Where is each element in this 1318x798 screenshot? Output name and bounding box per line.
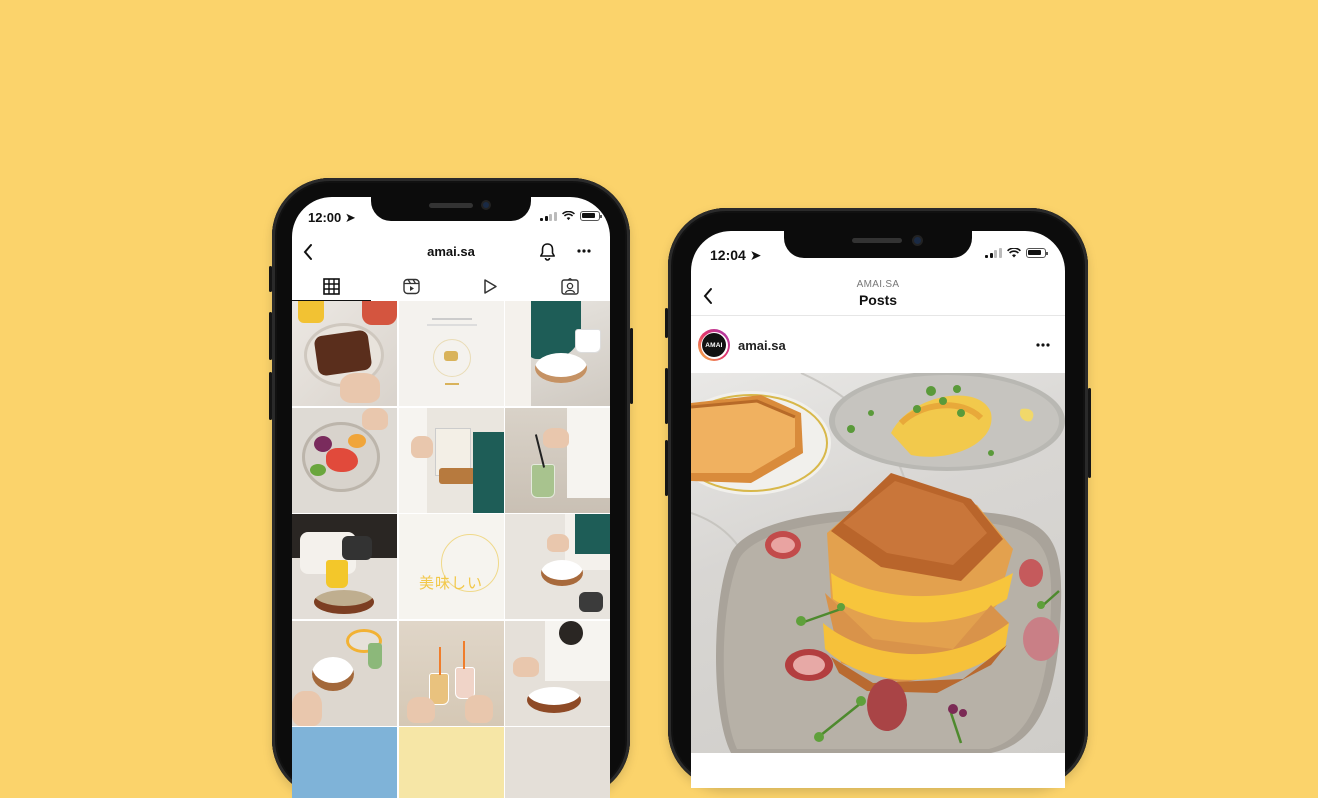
power-button: [630, 328, 633, 404]
posts-header: AMAI.SA Posts: [691, 275, 1065, 316]
grid-post[interactable]: [398, 727, 504, 798]
profile-header: amai.sa: [292, 239, 610, 265]
power-button: [1088, 388, 1091, 478]
notch: [371, 197, 531, 221]
post-image[interactable]: [691, 373, 1065, 753]
grid-icon[interactable]: [323, 277, 341, 295]
post-header: AMAI amai.sa: [691, 327, 1065, 363]
post-username[interactable]: amai.sa: [738, 338, 786, 353]
grid-post[interactable]: [292, 514, 397, 619]
grid-post[interactable]: 美味しい: [398, 514, 504, 619]
profile-username: amai.sa: [427, 244, 475, 259]
notch: [784, 231, 972, 258]
grid-post[interactable]: [292, 407, 397, 513]
grid-post[interactable]: [292, 301, 397, 406]
wifi-icon: [1006, 248, 1021, 258]
battery-icon: [1025, 248, 1048, 258]
status-time: 12:00 ➤: [308, 210, 356, 225]
volume-up-button: [665, 368, 668, 424]
grid-post[interactable]: [292, 727, 397, 798]
grid-post[interactable]: [292, 620, 397, 726]
grid-post[interactable]: [505, 620, 610, 726]
volume-down-button: [269, 372, 272, 420]
profile-tabs: [292, 275, 610, 297]
left-screen: 12:00 ➤ amai.sa 美味しい: [292, 197, 610, 798]
front-camera: [914, 237, 921, 244]
post-grid: 美味しい: [292, 301, 610, 798]
food-photo: [691, 373, 1065, 753]
status-time: 12:04 ➤: [710, 247, 762, 263]
volume-up-button: [269, 312, 272, 360]
grid-post[interactable]: [505, 514, 610, 619]
wifi-icon: [561, 211, 575, 221]
mute-switch: [665, 308, 668, 338]
avatar-text: AMAI: [702, 333, 726, 357]
more-horizontal-icon[interactable]: [1036, 343, 1050, 347]
grid-post[interactable]: [398, 407, 504, 513]
status-icons: [540, 211, 602, 221]
right-phone: 12:04 ➤ AMAI.SA Posts AMAI amai.sa: [665, 208, 1091, 788]
speaker: [429, 203, 473, 208]
grid-post[interactable]: [505, 301, 610, 406]
reels-icon[interactable]: [403, 278, 420, 295]
play-icon[interactable]: [482, 278, 498, 295]
status-icons: [985, 248, 1048, 258]
battery-icon: [579, 211, 602, 221]
page-title: Posts: [858, 292, 898, 308]
account-label: AMAI.SA: [856, 279, 900, 290]
left-phone: 12:00 ➤ amai.sa 美味しい: [269, 178, 633, 798]
more-horizontal-icon[interactable]: [577, 249, 591, 253]
bell-icon[interactable]: [539, 242, 556, 261]
signal-icon: [540, 211, 557, 221]
front-camera: [483, 202, 489, 208]
speaker: [852, 238, 902, 243]
grid-post[interactable]: [398, 620, 504, 726]
grid-post[interactable]: [505, 407, 610, 513]
kanji-text: 美味しい: [418, 574, 483, 592]
mute-switch: [269, 266, 272, 292]
right-screen: 12:04 ➤ AMAI.SA Posts AMAI amai.sa: [691, 231, 1065, 788]
avatar[interactable]: AMAI: [698, 329, 730, 361]
tagged-icon[interactable]: [561, 277, 579, 295]
volume-down-button: [665, 440, 668, 496]
grid-post[interactable]: [398, 301, 504, 406]
signal-icon: [985, 248, 1002, 258]
grid-post[interactable]: [505, 727, 610, 798]
